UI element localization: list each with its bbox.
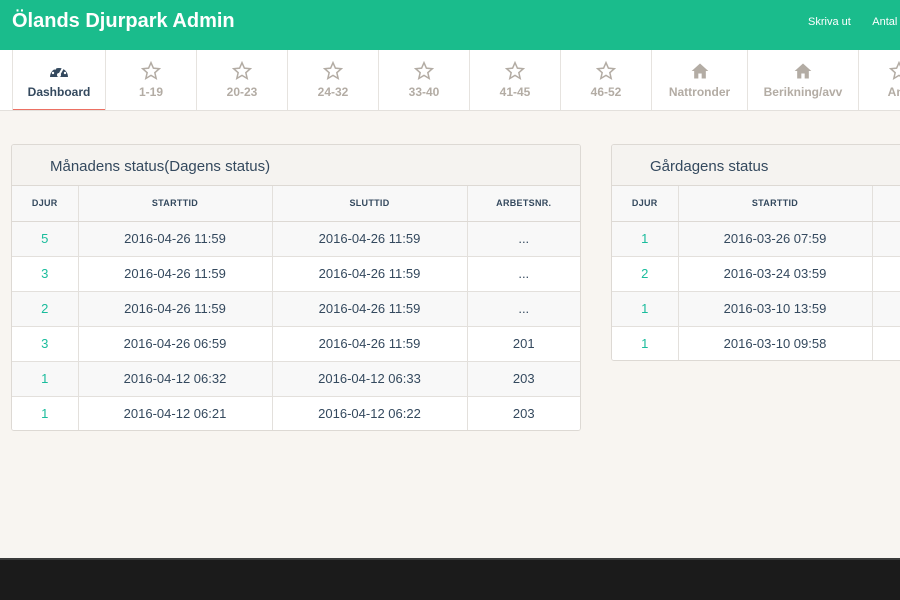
sluttid-cell: 2016-04-12 06:22 — [272, 396, 468, 430]
sluttid-cell: 2016-04-26 11:59 — [272, 221, 468, 257]
djur-cell[interactable]: 2 — [12, 291, 79, 327]
nav-label: 1-19 — [138, 85, 164, 99]
top-links: Skriva ut Antal — [808, 16, 900, 28]
djur-cell[interactable]: 3 — [12, 256, 79, 292]
nav-label: Nattronder — [668, 85, 731, 99]
brand-title[interactable]: Ölands Djurpark Admin — [12, 10, 235, 33]
starttid-cell: 2016-04-26 11:59 — [78, 221, 273, 257]
starttid-cell: 2016-04-26 11:59 — [78, 291, 273, 327]
nav-label: 46-52 — [590, 85, 622, 99]
nav-label: 24-32 — [317, 85, 349, 99]
starttid-cell: 2016-03-26 07:59 — [678, 221, 873, 257]
table-row[interactable]: 2 2016-03-24 03:59 — [612, 256, 900, 292]
star-icon — [106, 60, 196, 83]
antal-link[interactable]: Antal — [872, 16, 897, 28]
panel-title: Månadens status(Dagens status) — [12, 145, 580, 186]
home-icon — [652, 61, 747, 83]
starttid-cell: 2016-04-26 11:59 — [78, 256, 273, 292]
nav-label: 33-40 — [408, 85, 440, 99]
column-header[interactable]: DJUR — [612, 186, 679, 222]
table-row[interactable]: 3 2016-04-26 11:59 2016-04-26 11:59 ... — [12, 256, 580, 292]
starttid-cell: 2016-03-10 09:58 — [678, 326, 873, 360]
column-header[interactable]: STARTTID — [78, 186, 273, 222]
column-header[interactable]: DJUR — [12, 186, 79, 222]
table-header-row: DJUR STARTTID SLUTTID ARBETSNR. — [12, 186, 580, 222]
clipped-cell — [872, 221, 900, 257]
nav-label: Ans — [887, 85, 900, 99]
starttid-cell: 2016-04-12 06:32 — [78, 361, 273, 397]
nav-41-45[interactable]: 41-45 — [470, 50, 561, 110]
star-icon — [561, 60, 651, 83]
nav-ans[interactable]: Ans — [859, 50, 900, 110]
table-row[interactable]: 3 2016-04-26 06:59 2016-04-26 11:59 201 — [12, 326, 580, 362]
nav-label: Berikning/avv — [763, 85, 843, 99]
table-row[interactable]: 1 2016-04-12 06:32 2016-04-12 06:33 203 — [12, 361, 580, 397]
star-icon — [470, 60, 560, 83]
arbetsnr-cell: ... — [467, 221, 580, 257]
nav-berikning[interactable]: Berikning/avv — [748, 50, 859, 110]
nav-label: 20-23 — [226, 85, 258, 99]
sluttid-cell: 2016-04-26 11:59 — [272, 256, 468, 292]
column-header[interactable]: STARTTID — [678, 186, 873, 222]
arbetsnr-cell: ... — [467, 256, 580, 292]
djur-cell[interactable]: 1 — [612, 221, 679, 257]
arbetsnr-cell: ... — [467, 291, 580, 327]
sluttid-cell: 2016-04-26 11:59 — [272, 326, 468, 362]
arbetsnr-cell: 203 — [467, 396, 580, 430]
clipped-cell — [872, 291, 900, 327]
panel-title: Gårdagens status — [612, 145, 900, 186]
djur-cell[interactable]: 1 — [612, 326, 679, 360]
djur-cell[interactable]: 1 — [612, 291, 679, 327]
arbetsnr-cell: 203 — [467, 361, 580, 397]
djur-cell[interactable]: 1 — [12, 361, 79, 397]
print-link[interactable]: Skriva ut — [808, 16, 851, 28]
dashboard-icon — [13, 61, 105, 83]
yesterday-status-panel: Gårdagens status DJUR STARTTID 1 2016-03… — [611, 144, 900, 361]
nav-20-23[interactable]: 20-23 — [197, 50, 288, 110]
nav-label: Dashboard — [27, 85, 91, 99]
starttid-cell: 2016-04-26 06:59 — [78, 326, 273, 362]
djur-cell[interactable]: 2 — [612, 256, 679, 292]
nav-dashboard[interactable]: Dashboard — [12, 50, 106, 110]
section-nav: Dashboard 1-19 20-23 24-32 33-40 41-45 4… — [0, 50, 900, 111]
djur-cell[interactable]: 1 — [12, 396, 79, 430]
nav-nattronder[interactable]: Nattronder — [652, 50, 748, 110]
star-icon — [859, 60, 900, 83]
nav-24-32[interactable]: 24-32 — [288, 50, 379, 110]
sluttid-cell: 2016-04-26 11:59 — [272, 291, 468, 327]
star-icon — [288, 60, 378, 83]
column-header-clipped — [872, 186, 900, 222]
star-icon — [379, 60, 469, 83]
column-header[interactable]: ARBETSNR. — [467, 186, 580, 222]
starttid-cell: 2016-04-12 06:21 — [78, 396, 273, 430]
table-row[interactable]: 2 2016-04-26 11:59 2016-04-26 11:59 ... — [12, 291, 580, 327]
home-icon — [748, 61, 858, 83]
clipped-cell — [872, 256, 900, 292]
yesterday-status-table: DJUR STARTTID 1 2016-03-26 07:59 2 2016-… — [612, 186, 900, 360]
djur-cell[interactable]: 3 — [12, 326, 79, 362]
nav-46-52[interactable]: 46-52 — [561, 50, 652, 110]
table-row[interactable]: 1 2016-03-10 13:59 — [612, 291, 900, 327]
table-row[interactable]: 1 2016-04-12 06:21 2016-04-12 06:22 203 — [12, 396, 580, 430]
starttid-cell: 2016-03-24 03:59 — [678, 256, 873, 292]
djur-cell[interactable]: 5 — [12, 221, 79, 257]
table-row[interactable]: 1 2016-03-10 09:58 — [612, 326, 900, 360]
table-header-row: DJUR STARTTID — [612, 186, 900, 222]
table-row[interactable]: 1 2016-03-26 07:59 — [612, 221, 900, 257]
column-header[interactable]: SLUTTID — [272, 186, 468, 222]
nav-1-19[interactable]: 1-19 — [106, 50, 197, 110]
starttid-cell: 2016-03-10 13:59 — [678, 291, 873, 327]
sluttid-cell: 2016-04-12 06:33 — [272, 361, 468, 397]
arbetsnr-cell: 201 — [467, 326, 580, 362]
nav-label: 41-45 — [499, 85, 531, 99]
table-row[interactable]: 5 2016-04-26 11:59 2016-04-26 11:59 ... — [12, 221, 580, 257]
top-header: Ölands Djurpark Admin Skriva ut Antal — [0, 0, 900, 50]
monthly-status-panel: Månadens status(Dagens status) DJUR STAR… — [11, 144, 581, 431]
star-icon — [197, 60, 287, 83]
nav-33-40[interactable]: 33-40 — [379, 50, 470, 110]
clipped-cell — [872, 326, 900, 360]
monthly-status-table: DJUR STARTTID SLUTTID ARBETSNR. 5 2016-0… — [12, 186, 580, 430]
page-footer — [0, 558, 900, 600]
